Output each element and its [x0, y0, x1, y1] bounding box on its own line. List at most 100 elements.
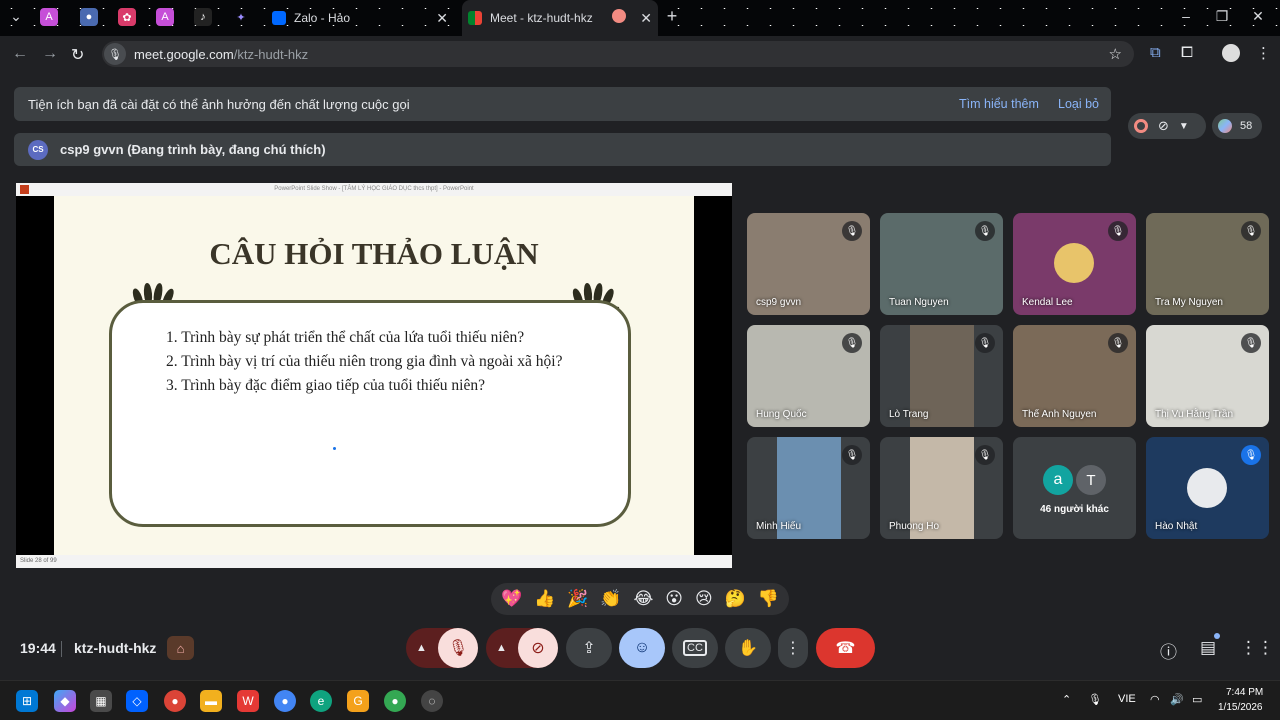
learn-more-link[interactable]: Tìm hiểu thêm — [959, 97, 1039, 111]
mic-off-icon: 🎙 — [447, 640, 469, 657]
participant-name: Tra My Nguyen — [1155, 297, 1223, 308]
participant-tile[interactable]: 🎙 Phuong Ho — [880, 437, 1003, 539]
back-icon[interactable]: ← — [12, 45, 28, 63]
emoji-icon: ☺ — [633, 639, 651, 656]
reaction-surprised[interactable]: 😮 — [665, 589, 683, 609]
pinned-tab-icon[interactable]: ✿ — [118, 8, 136, 26]
others-tile[interactable]: a T 46 người khác — [1013, 437, 1136, 539]
copilot-icon[interactable]: ◆ — [54, 690, 76, 712]
tab-meet[interactable]: Meet - ktz-hudt-hkz ✕ — [462, 0, 658, 36]
meeting-info-icon[interactable]: ⓘ — [1160, 638, 1177, 663]
presentation-stage: PowerPoint Slide Show - [TÂM LÝ HỌC GIÁO… — [16, 183, 732, 568]
chrome-active-icon[interactable]: ● — [274, 690, 296, 712]
tray-date[interactable]: 1/15/2026 — [1218, 702, 1263, 713]
participant-tile[interactable]: 🎙 Thị Vu Hằng Trần — [1146, 325, 1269, 427]
participant-tile[interactable]: 🎙 Minh Hiếu — [747, 437, 870, 539]
remove-link[interactable]: Loại bỏ — [1058, 97, 1099, 111]
participant-tile[interactable]: 🎙 Thế Anh Nguyen — [1013, 325, 1136, 427]
extensions-icon[interactable]: ⧠ — [1181, 44, 1193, 61]
file-explorer-icon[interactable]: ▬ — [200, 690, 222, 712]
mic-off-icon: 🎙 — [1108, 221, 1128, 241]
reaction-laugh[interactable]: 😂 — [633, 589, 653, 609]
record-icon[interactable] — [1134, 119, 1148, 133]
app-icon[interactable]: G — [347, 690, 369, 712]
volume-icon[interactable]: 🔊 — [1170, 693, 1184, 706]
more-options-button[interactable]: ⋮ — [778, 628, 808, 668]
host-controls-icon[interactable]: ⌂ — [167, 636, 194, 660]
edge-icon[interactable]: e — [310, 690, 332, 712]
meet-icon — [468, 11, 482, 25]
reaction-heart[interactable]: 💖 — [501, 589, 522, 609]
chat-icon[interactable]: ▤ — [1200, 638, 1216, 658]
windows-taskbar: ⊞ ◆ ▦ ◇ ● ▬ W ● e G ● ◌ ⌃ 🎙 VIE ◠ 🔊 ▭ 7:… — [0, 680, 1280, 720]
new-tab-button[interactable]: + — [662, 6, 682, 27]
chrome-profile-icon[interactable]: ● — [384, 690, 406, 712]
tab-search-chevron-icon[interactable]: ⌄ — [6, 8, 26, 25]
participant-tile[interactable]: 🎙 csp9 gvvn — [747, 213, 870, 315]
site-info-icon[interactable]: 🎙 — [104, 43, 126, 65]
restore-icon[interactable]: ❐ — [1212, 8, 1232, 25]
leave-call-button[interactable]: ☎ — [816, 628, 875, 668]
pinned-tab-icon[interactable]: A — [156, 8, 174, 26]
participant-name: Kendal Lee — [1022, 297, 1073, 308]
activities-icon[interactable]: ⋮⋮ — [1240, 638, 1274, 658]
participant-tile[interactable]: 🎙 Tuan Nguyen — [880, 213, 1003, 315]
bookmark-star-icon[interactable]: ☆ — [1109, 45, 1122, 63]
camera-toggle-button[interactable]: ⊘ — [518, 628, 558, 668]
chrome-menu-icon[interactable]: ⋮ — [1256, 44, 1271, 62]
close-tab-icon[interactable]: ✕ — [436, 10, 448, 27]
reaction-thumbs-down[interactable]: 👎 — [758, 589, 779, 609]
windows-start-icon[interactable]: ⊞ — [16, 690, 38, 712]
close-window-icon[interactable]: ✕ — [1248, 8, 1268, 25]
wifi-icon[interactable]: ◠ — [1150, 693, 1160, 706]
participant-tile[interactable]: 🎙 Hung Quốc — [747, 325, 870, 427]
participant-tile[interactable]: 🎙 Hào Nhật — [1146, 437, 1269, 539]
powerpoint-icon — [20, 185, 29, 194]
chevron-down-icon[interactable]: ▼ — [1179, 121, 1189, 132]
participants-button[interactable]: 58 — [1212, 113, 1262, 139]
tray-mic-icon[interactable]: 🎙 — [1088, 693, 1102, 706]
translate-extension-icon[interactable]: ⧉ — [1150, 44, 1161, 61]
raise-hand-button[interactable]: ✋ — [725, 628, 771, 668]
reaction-sad[interactable]: 😢 — [695, 589, 713, 609]
no-camera-icon[interactable]: ⊘ — [1158, 118, 1169, 134]
captions-button[interactable]: CC — [672, 628, 718, 668]
forward-icon[interactable]: → — [42, 45, 58, 63]
hand-icon: ✋ — [738, 640, 758, 657]
extension-warning-banner: Tiện ích bạn đã cài đặt có thể ảnh hưởng… — [14, 87, 1111, 121]
battery-icon[interactable]: ▭ — [1192, 693, 1202, 706]
reload-icon[interactable]: ↻ — [71, 45, 84, 65]
tiktok-tab-icon[interactable]: ♪ — [194, 8, 212, 26]
participant-name: Hung Quốc — [756, 409, 807, 420]
close-tab-icon[interactable]: ✕ — [640, 10, 652, 27]
banner-text: Tiện ích bạn đã cài đặt có thể ảnh hưởng… — [28, 96, 410, 112]
language-indicator[interactable]: VIE — [1118, 693, 1136, 705]
minimize-icon[interactable]: – — [1176, 8, 1196, 24]
reaction-thumbs-up[interactable]: 👍 — [534, 589, 555, 609]
chrome-icon[interactable]: ● — [164, 690, 186, 712]
reaction-clap[interactable]: 👏 — [600, 589, 621, 609]
profile-avatar[interactable] — [1222, 44, 1240, 62]
app-notify-icon[interactable]: ◌ — [421, 690, 443, 712]
wps-icon[interactable]: W — [237, 690, 259, 712]
tray-chevron-icon[interactable]: ⌃ — [1062, 693, 1071, 706]
recording-controls[interactable]: ⊘ ▼ — [1128, 113, 1206, 139]
present-button[interactable]: ⇪ — [566, 628, 612, 668]
tray-time[interactable]: 7:44 PM — [1226, 687, 1263, 698]
tab-zalo[interactable]: Zalo - Hảo ✕ — [264, 0, 454, 36]
address-bar[interactable]: 🎙 meet.google.com/ktz-hudt-hkz ☆ — [102, 41, 1134, 67]
mic-toggle-button[interactable]: 🎙 — [438, 628, 478, 668]
participant-tile[interactable]: 🎙 Lò Trang — [880, 325, 1003, 427]
participant-tile[interactable]: 🎙 Kendal Lee — [1013, 213, 1136, 315]
meeting-code: ktz-hudt-hkz — [74, 640, 157, 656]
participant-tile[interactable]: 🎙 Tra My Nguyen — [1146, 213, 1269, 315]
reaction-thinking[interactable]: 🤔 — [725, 589, 746, 609]
pinned-tab-icon[interactable]: ● — [80, 8, 98, 26]
store-icon[interactable]: ▦ — [90, 690, 112, 712]
reaction-party[interactable]: 🎉 — [567, 589, 588, 609]
pinned-tab-icon[interactable]: A — [40, 8, 58, 26]
gemini-tab-icon[interactable]: ✦ — [232, 8, 250, 26]
presenter-bar: CS csp9 gvvn (Đang trình bày, đang chú t… — [14, 133, 1111, 166]
dropbox-icon[interactable]: ◇ — [126, 690, 148, 712]
emoji-button[interactable]: ☺ — [619, 628, 665, 668]
